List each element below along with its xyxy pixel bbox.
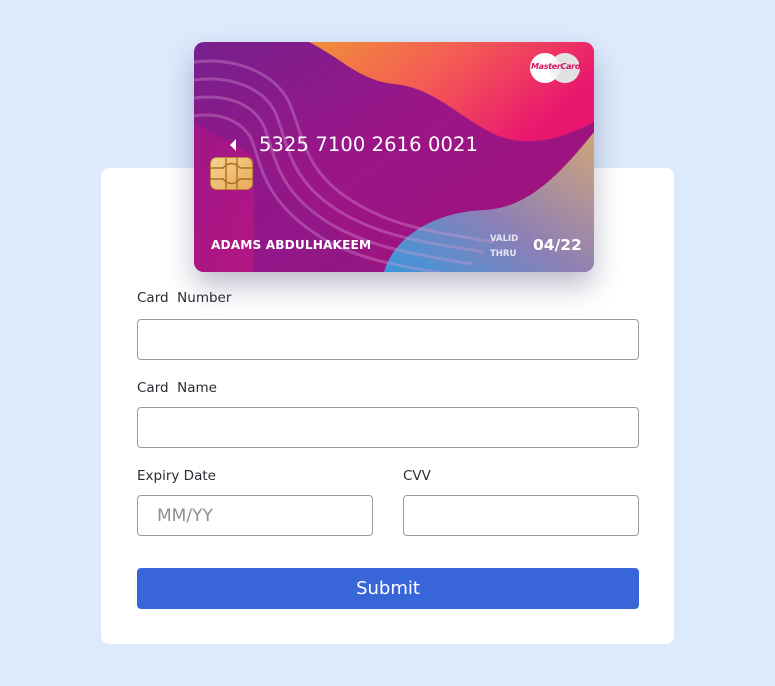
card-holder-name: ADAMS ABDULHAKEEM — [211, 238, 372, 252]
card-number-label: Card Number — [137, 290, 232, 306]
credit-card-preview: MasterCard 5325 7100 2616 0021 ADAMS ABD… — [194, 42, 594, 272]
submit-button[interactable]: Submit — [137, 568, 639, 609]
card-name-label: Card Name — [137, 380, 217, 396]
card-number-input[interactable] — [137, 319, 639, 360]
cvv-label: CVV — [403, 468, 431, 484]
caret-left-icon — [230, 139, 236, 151]
valid-thru-label: VALID THRU — [490, 232, 526, 262]
valid-label: VALID — [490, 234, 519, 244]
card-name-input[interactable] — [137, 407, 639, 448]
expiry-date-input[interactable] — [137, 495, 373, 536]
card-expiry-display: 04/22 — [533, 236, 582, 254]
thru-label: THRU — [490, 249, 517, 259]
card-brand-label: MasterCard — [531, 62, 581, 71]
card-chip-icon — [210, 157, 253, 190]
cvv-input[interactable] — [403, 495, 639, 536]
card-number-display: 5325 7100 2616 0021 — [259, 133, 478, 156]
expiry-date-label: Expiry Date — [137, 468, 216, 484]
